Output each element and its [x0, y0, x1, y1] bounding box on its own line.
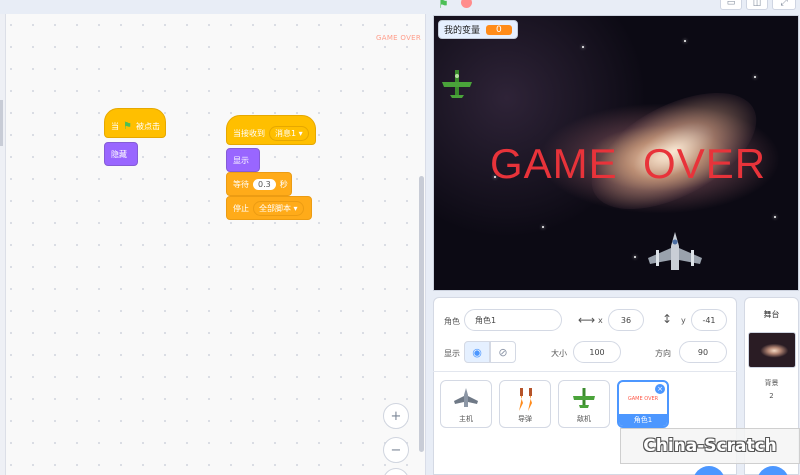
sprite-tile-name: 主机: [459, 415, 473, 423]
sprite-tile-missile[interactable]: 导弹: [499, 380, 551, 428]
block-text: 秒: [279, 179, 288, 189]
fullscreen-button[interactable]: ⤢: [772, 0, 796, 10]
small-stage-icon: ▭: [726, 0, 736, 8]
block-text: 隐藏: [111, 149, 127, 159]
stage-thumbnail[interactable]: [748, 332, 796, 368]
y-arrows-icon: ↕: [662, 312, 673, 326]
x-label: x: [598, 316, 603, 325]
player-jet-icon: [648, 232, 702, 270]
code-area[interactable]: [0, 14, 426, 475]
sprite-tile-name: 导弹: [518, 415, 532, 423]
star: [542, 226, 544, 228]
hide-block[interactable]: 隐藏: [104, 142, 138, 166]
sprite-watermark: GAME OVER: [376, 34, 422, 42]
sprite-list-divider: [433, 371, 737, 372]
dropdown-value: 消息1: [275, 128, 297, 138]
fullscreen-icon: ⤢: [780, 0, 788, 8]
show-block[interactable]: 显示: [226, 148, 260, 172]
enemy-plane-icon: [573, 388, 595, 408]
sprite-tile-name: 敌机: [577, 415, 591, 423]
stage-pane-title: 舞台: [763, 310, 780, 319]
x-input[interactable]: 36: [608, 309, 644, 331]
zoom-out-button[interactable]: −: [383, 437, 409, 463]
star: [684, 40, 686, 42]
block-text: 被点击: [135, 121, 160, 131]
block-text: 当接收到: [233, 128, 265, 138]
eye-slash-icon: ⊘: [498, 345, 508, 359]
block-text: 停止: [233, 203, 249, 213]
jet-icon: [454, 388, 478, 407]
sprite-name-input[interactable]: 角色1: [464, 309, 562, 331]
sprite-tile-name: 角色1: [619, 414, 667, 426]
sprite-name-label: 角色: [444, 317, 460, 326]
message-dropdown[interactable]: 消息1 ▾: [269, 125, 309, 141]
variable-monitor[interactable]: 我的变量 0: [438, 20, 518, 39]
stop-option-dropdown[interactable]: 全部脚本 ▾: [253, 200, 304, 216]
when-i-receive-block[interactable]: 当接收到 消息1 ▾: [226, 115, 316, 145]
zoom-in-icon: +: [390, 408, 402, 424]
star: [634, 256, 636, 258]
code-area-scrollbar[interactable]: [419, 176, 424, 452]
large-stage-button[interactable]: ◫: [746, 0, 768, 10]
size-input[interactable]: 100: [573, 341, 621, 363]
stage-header: [426, 0, 800, 14]
star: [582, 46, 584, 48]
star: [774, 216, 776, 218]
hide-sprite-button[interactable]: ⊘: [490, 341, 516, 363]
eye-icon: ◉: [472, 345, 482, 359]
zoom-out-icon: −: [390, 442, 402, 458]
stage-canvas[interactable]: 我的变量 0 GAME OVER: [433, 15, 799, 291]
code-area-edge: [0, 14, 6, 475]
backdrop-count: 2: [769, 392, 774, 400]
green-flag-icon: ⚑: [123, 120, 132, 132]
size-label: 大小: [551, 349, 567, 358]
wait-block[interactable]: 等待 0.3 秒: [226, 172, 292, 196]
large-stage-icon: ◫: [752, 0, 762, 8]
block-text: 等待: [233, 179, 249, 189]
game-over-thumb: GAME OVER: [627, 396, 659, 402]
close-icon: ×: [657, 385, 663, 393]
missile-icon: [519, 388, 532, 411]
star: [754, 76, 756, 78]
variable-name: 我的变量: [444, 26, 481, 36]
dropdown-value: 全部脚本: [259, 203, 291, 213]
backdrop-label: 背景: [764, 379, 779, 387]
block-text: 当: [111, 121, 119, 131]
direction-input[interactable]: 90: [679, 341, 727, 363]
green-flag-icon[interactable]: ⚑: [438, 0, 449, 11]
y-label: y: [681, 316, 686, 325]
when-flag-clicked-block[interactable]: 当 ⚑ 被点击: [104, 108, 166, 138]
direction-label: 方向: [655, 349, 671, 358]
x-arrows-icon: ⟷: [578, 313, 596, 327]
game-over-sprite[interactable]: GAME OVER: [490, 140, 766, 188]
code-area-tab-handle[interactable]: [0, 100, 3, 146]
zoom-in-button[interactable]: +: [383, 403, 409, 429]
block-text: 显示: [233, 155, 249, 165]
show-sprite-button[interactable]: ◉: [464, 341, 490, 363]
stop-block[interactable]: 停止 全部脚本 ▾: [226, 196, 312, 220]
variable-value: 0: [486, 24, 512, 35]
enemy-plane-icon: [442, 70, 472, 98]
show-label: 显示: [444, 349, 460, 358]
delete-sprite-button[interactable]: ×: [655, 384, 665, 394]
site-watermark: China-Scratch: [620, 428, 800, 464]
small-stage-button[interactable]: ▭: [720, 0, 742, 10]
y-input[interactable]: -41: [691, 309, 727, 331]
sprite-tile-enemy[interactable]: 敌机: [558, 380, 610, 428]
sprite-tile-main-jet[interactable]: 主机: [440, 380, 492, 428]
sprite-tile-game-over[interactable]: GAME OVER × 角色1: [617, 380, 669, 428]
wait-seconds-input[interactable]: 0.3: [253, 178, 276, 190]
